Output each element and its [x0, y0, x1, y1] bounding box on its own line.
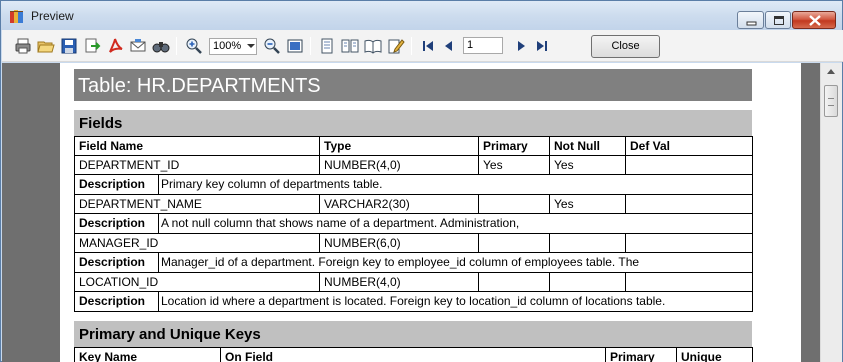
field-primary	[478, 233, 550, 253]
toolbar: 100% 1 Close	[2, 30, 843, 62]
export-icon[interactable]	[83, 37, 101, 55]
description-label: Description	[76, 214, 159, 233]
vertical-scrollbar[interactable]	[820, 63, 842, 362]
print-icon[interactable]	[14, 37, 32, 55]
chevron-down-icon	[247, 44, 255, 48]
fields-section-header: Fields	[74, 110, 752, 136]
field-type: NUMBER(6,0)	[319, 233, 479, 253]
minimize-button[interactable]	[737, 11, 764, 29]
zoom-value: 100%	[213, 40, 242, 52]
previous-page-icon[interactable]	[440, 37, 458, 55]
zoom-out-icon[interactable]	[263, 37, 281, 55]
field-type: NUMBER(4,0)	[319, 155, 479, 175]
pdf-icon[interactable]	[106, 37, 124, 55]
open-folder-icon[interactable]	[37, 37, 55, 55]
field-row: DEPARTMENT_ID NUMBER(4,0) Yes Yes	[74, 155, 753, 175]
description-row: Description Location id where a departmen…	[74, 291, 753, 312]
description-text: Primary key column of departments table.	[161, 177, 383, 191]
page-number-value: 1	[467, 39, 474, 51]
column-header: Field Name	[74, 136, 320, 156]
edit-page-icon[interactable]	[387, 37, 405, 55]
field-def-val	[625, 194, 753, 214]
next-page-icon[interactable]	[512, 37, 530, 55]
preview-window: Preview 100% 1 Close Table: HR.DEPARTMEN…	[0, 0, 843, 362]
close-button[interactable]: Close	[591, 35, 660, 58]
description-row: Description Primary key column of departm…	[74, 174, 753, 195]
app-icon	[9, 8, 25, 24]
keys-table: Key Name On Field Primary Unique	[74, 347, 753, 362]
column-header: Not Null	[549, 136, 626, 156]
save-icon[interactable]	[60, 37, 78, 55]
email-icon[interactable]	[129, 37, 147, 55]
column-header: Unique	[676, 347, 753, 362]
find-icon[interactable]	[152, 37, 170, 55]
keys-section-header: Primary and Unique Keys	[74, 321, 752, 347]
description-cell: Description Primary key column of departm…	[74, 174, 753, 195]
book-icon[interactable]	[364, 37, 382, 55]
column-header: Primary	[478, 136, 550, 156]
description-label: Description	[76, 253, 159, 272]
last-page-icon[interactable]	[533, 37, 551, 55]
field-row: LOCATION_ID NUMBER(4,0)	[74, 272, 753, 292]
field-row: DEPARTMENT_NAME VARCHAR2(30) Yes	[74, 194, 753, 214]
field-type: VARCHAR2(30)	[319, 194, 479, 214]
page-number-input[interactable]: 1	[463, 37, 503, 54]
field-primary	[478, 194, 550, 214]
field-name: LOCATION_ID	[74, 272, 320, 292]
field-row: MANAGER_ID NUMBER(6,0)	[74, 233, 753, 253]
fields-table: Field Name Type Primary Not Null Def Val…	[74, 136, 753, 312]
description-cell: Description Manager_id of a department. F…	[74, 252, 753, 273]
field-not-null	[549, 272, 626, 292]
first-page-icon[interactable]	[419, 37, 437, 55]
description-label: Description	[76, 175, 159, 194]
field-type: NUMBER(4,0)	[319, 272, 479, 292]
field-not-null	[549, 233, 626, 253]
single-page-icon[interactable]	[318, 37, 336, 55]
description-cell: Description Location id where a departmen…	[74, 291, 753, 312]
description-text: Location id where a department is locate…	[161, 294, 666, 308]
column-header: On Field	[220, 347, 606, 362]
title-bar: Preview	[1, 1, 842, 30]
report-content: Table: HR.DEPARTMENTS Fields Field Name …	[74, 69, 753, 362]
two-pages-icon[interactable]	[341, 37, 359, 55]
description-text: Manager_id of a department. Foreign key …	[161, 255, 640, 269]
field-not-null: Yes	[549, 155, 626, 175]
description-row: Description Manager_id of a department. F…	[74, 252, 753, 273]
description-row: Description A not null column that shows …	[74, 213, 753, 234]
description-cell: Description A not null column that shows …	[74, 213, 753, 234]
toolbar-separator	[310, 37, 311, 55]
preview-viewport[interactable]: Table: HR.DEPARTMENTS Fields Field Name …	[2, 63, 820, 362]
field-not-null: Yes	[549, 194, 626, 214]
scrollbar-thumb[interactable]	[824, 85, 838, 117]
report-table-title: Table: HR.DEPARTMENTS	[74, 69, 752, 101]
maximize-button[interactable]	[765, 11, 791, 29]
field-name: DEPARTMENT_NAME	[74, 194, 320, 214]
keys-header-row: Key Name On Field Primary Unique	[74, 347, 753, 362]
column-header: Type	[319, 136, 479, 156]
zoom-in-icon[interactable]	[185, 37, 203, 55]
description-label: Description	[76, 292, 159, 311]
toolbar-separator	[176, 37, 177, 55]
scroll-up-icon[interactable]	[827, 69, 835, 74]
field-name: MANAGER_ID	[74, 233, 320, 253]
column-header: Key Name	[74, 347, 221, 362]
field-def-val	[625, 272, 753, 292]
field-def-val	[625, 233, 753, 253]
window-title: Preview	[31, 9, 74, 23]
field-def-val	[625, 155, 753, 175]
fields-header-row: Field Name Type Primary Not Null Def Val	[74, 136, 753, 156]
fit-page-icon[interactable]	[286, 37, 304, 55]
toolbar-separator	[411, 37, 412, 55]
field-primary: Yes	[478, 155, 550, 175]
column-header: Primary	[605, 347, 677, 362]
column-header: Def Val	[625, 136, 753, 156]
field-name: DEPARTMENT_ID	[74, 155, 320, 175]
description-text: A not null column that shows name of a d…	[161, 216, 520, 230]
close-window-button[interactable]	[792, 11, 836, 29]
zoom-select[interactable]: 100%	[209, 38, 257, 55]
report-page: Table: HR.DEPARTMENTS Fields Field Name …	[60, 63, 801, 362]
field-primary	[478, 272, 550, 292]
